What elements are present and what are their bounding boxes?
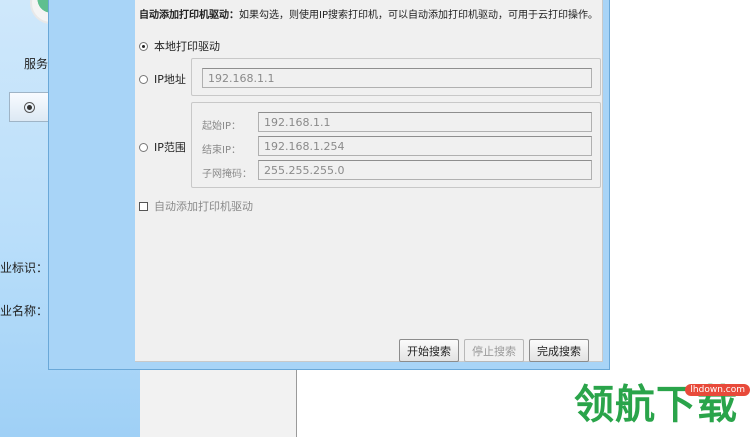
subnet-mask-input[interactable]: 255.255.255.0 — [258, 160, 592, 180]
radio-checked-icon — [139, 41, 148, 51]
vertical-divider — [296, 370, 297, 437]
hint-text: 如果勾选，则使用IP搜索打印机，可以自动添加打印机驱动，可用于云打印操作。 — [239, 10, 598, 21]
dialog-content: 自动添加打印机驱动：如果勾选，则使用IP搜索打印机，可以自动添加打印机驱动，可用… — [135, 0, 603, 362]
auto-add-driver-checkbox[interactable]: 自动添加打印机驱动 — [139, 198, 253, 214]
ip-range-group: 起始IP： 192.168.1.1 结束IP： 192.168.1.254 子网… — [191, 102, 601, 188]
printer-search-dialog: 自动添加打印机驱动：如果勾选，则使用IP搜索打印机，可以自动添加打印机驱动，可用… — [48, 0, 610, 370]
radio-ip-label: IP地址 — [154, 73, 186, 86]
service-label: 服务 — [24, 57, 49, 71]
start-ip-label: 起始IP： — [202, 121, 241, 132]
auto-add-hint: 自动添加打印机驱动：如果勾选，则使用IP搜索打印机，可以自动添加打印机驱动，可用… — [139, 6, 598, 21]
end-ip-input[interactable]: 192.168.1.254 — [258, 136, 592, 156]
start-search-button[interactable]: 开始搜索 — [399, 339, 459, 362]
enterprise-id-label: 业标识： — [0, 261, 49, 275]
finish-search-button[interactable]: 完成搜索 — [529, 339, 589, 362]
radio-local-label: 本地打印驱动 — [154, 40, 220, 53]
enterprise-name-label: 业名称： — [0, 304, 49, 318]
radio-local-driver[interactable]: 本地打印驱动 — [139, 38, 220, 54]
start-ip-input[interactable]: 192.168.1.1 — [258, 112, 592, 132]
stop-search-button[interactable]: 停止搜索 — [464, 339, 524, 362]
radio-ip-range[interactable]: IP范围 — [139, 139, 186, 155]
hint-bold: 自动添加打印机驱动： — [139, 10, 239, 21]
checkbox-icon — [139, 201, 148, 211]
auto-add-driver-label: 自动添加打印机驱动 — [154, 200, 253, 213]
watermark: 领航下载 lhdown.com — [572, 381, 752, 437]
radio-range-label: IP范围 — [154, 141, 186, 154]
radio-dot-icon — [23, 101, 35, 113]
ip-address-input[interactable]: 192.168.1.1 — [202, 68, 592, 88]
end-ip-label: 结束IP： — [202, 145, 241, 156]
subnet-mask-label: 子网掩码： — [202, 169, 252, 180]
radio-icon — [139, 142, 148, 152]
service-radio-button[interactable] — [9, 92, 49, 122]
watermark-domain: lhdown.com — [685, 384, 750, 396]
main-window-content-area — [140, 370, 297, 437]
radio-icon — [139, 74, 148, 84]
radio-ip-address[interactable]: IP地址 — [139, 71, 186, 87]
ip-address-group: 192.168.1.1 — [191, 58, 601, 96]
